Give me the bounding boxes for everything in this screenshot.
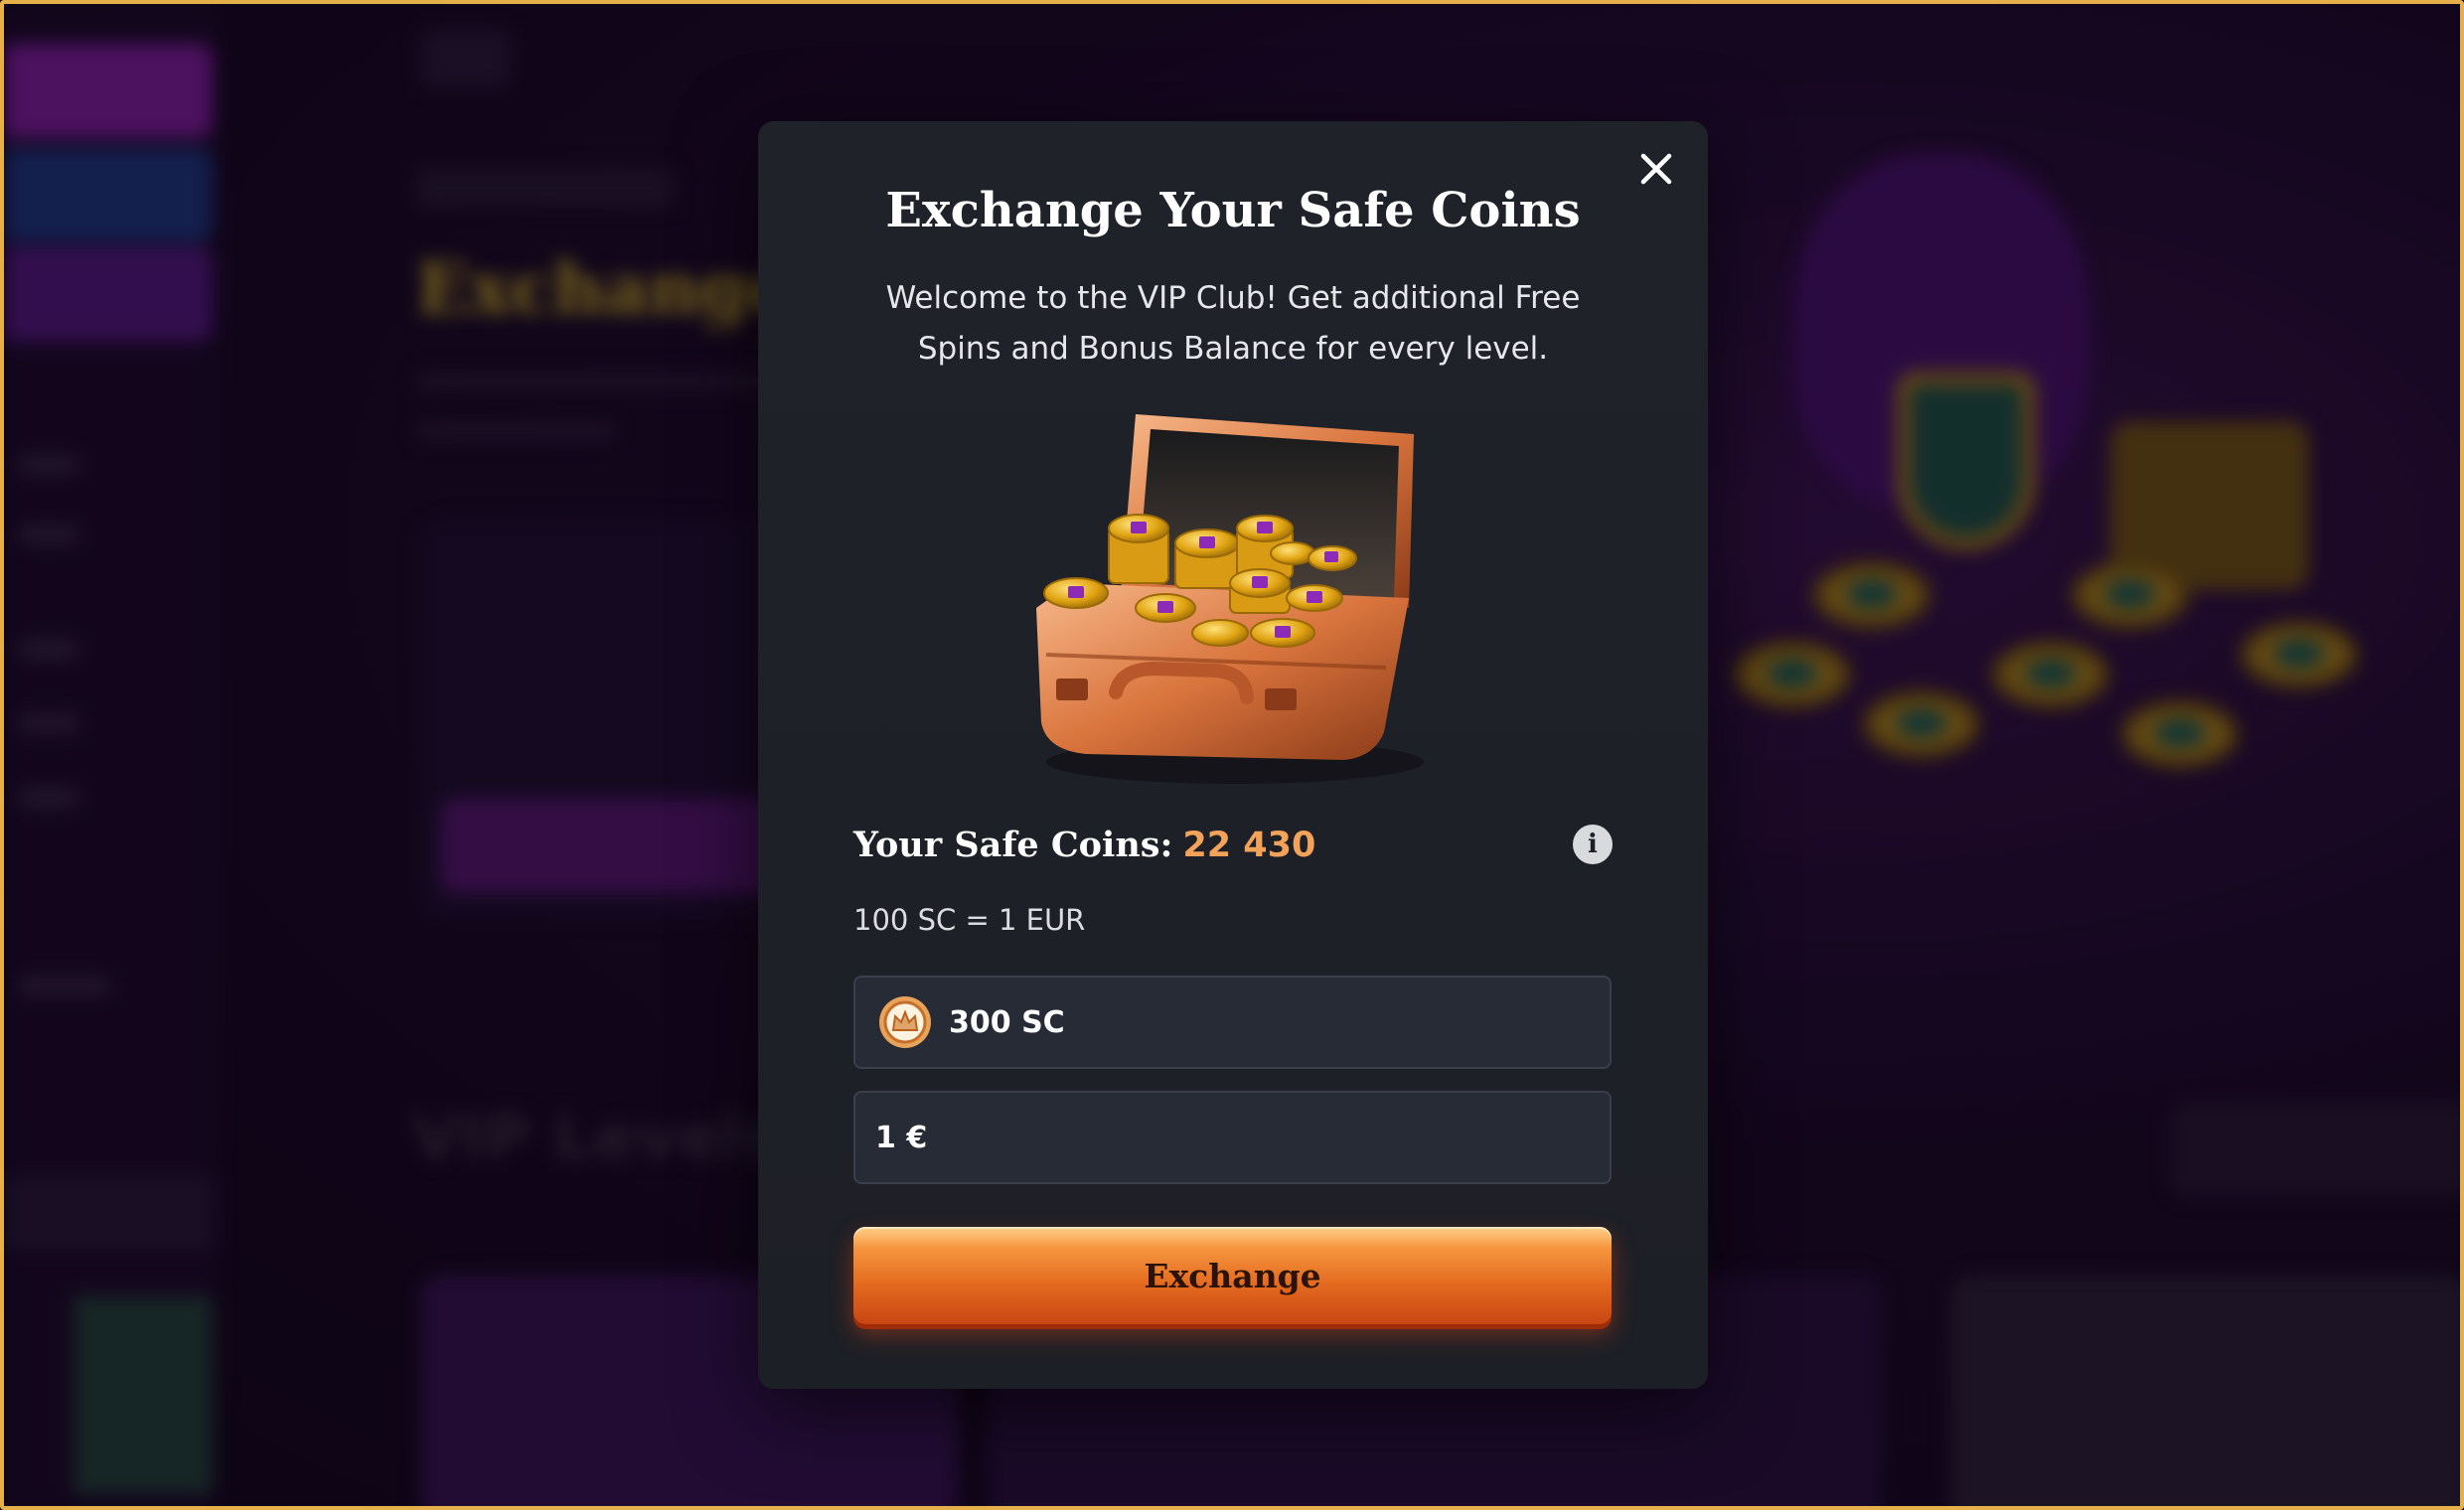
safe-coins-amount-field[interactable] [853,976,1612,1069]
safe-coin-icon [879,996,931,1048]
close-icon [1640,153,1672,185]
exchange-button[interactable]: Exchange [853,1227,1612,1324]
safe-coins-row: Your Safe Coins: 22 430 i [853,817,1613,872]
modal-description: Welcome to the VIP Club! Get additional … [885,280,1581,367]
info-icon: i [1588,830,1598,859]
eur-amount-field[interactable] [853,1091,1612,1184]
safe-coins-balance: Your Safe Coins: 22 430 [853,825,1315,865]
modal-title: Exchange Your Safe Coins [885,183,1581,238]
coin-briefcase-illustration [1036,414,1424,784]
safe-coins-input[interactable] [949,1004,1610,1040]
exchange-rate: 100 SC = 1 EUR [853,903,1086,937]
exchange-modal: Exchange Your Safe Coins Welcome to the … [758,121,1708,1389]
safe-coins-value: 22 430 [1182,825,1316,865]
info-button[interactable]: i [1573,825,1613,864]
safe-coins-label: Your Safe Coins: [853,824,1173,865]
eur-amount-input[interactable] [875,1120,1610,1155]
